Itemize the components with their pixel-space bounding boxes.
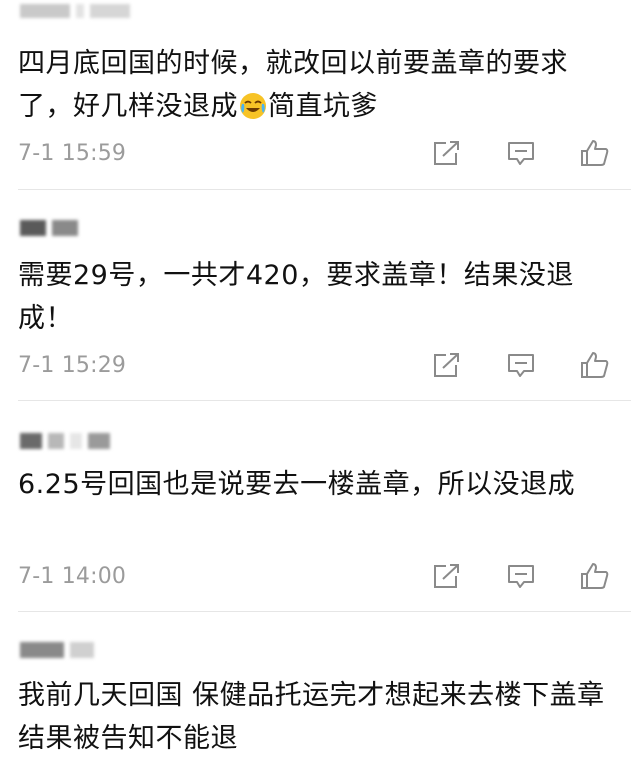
reply-icon — [508, 354, 534, 377]
like-icon — [581, 140, 609, 166]
comment-item: 需要29号，一共才420，要求盖章！结果没退成！ 7-1 15:29 — [0, 190, 631, 400]
like-button[interactable] — [579, 561, 611, 591]
username-redacted — [20, 433, 110, 449]
comment-text: 我前几天回国 保健品托运完才想起来去楼下盖章 结果被告知不能退 — [18, 680, 605, 754]
reply-button[interactable] — [505, 561, 537, 591]
username-redacted — [20, 4, 130, 18]
reply-button[interactable] — [505, 138, 537, 168]
crying-laughing-emoji-icon — [239, 90, 267, 119]
comment-actions — [431, 350, 611, 380]
comment-timestamp: 7-1 14:00 — [18, 564, 127, 589]
like-button[interactable] — [579, 350, 611, 380]
share-icon — [434, 141, 459, 165]
share-button[interactable] — [431, 138, 463, 168]
comment-timestamp: 7-1 15:59 — [18, 141, 127, 166]
reply-icon — [508, 565, 534, 588]
comment-timestamp: 7-1 15:29 — [18, 353, 127, 378]
comment-actions — [431, 561, 611, 591]
comment-text: 需要29号，一共才420，要求盖章！结果没退成！ — [18, 260, 574, 334]
comment-text: 6.25号回国也是说要去一楼盖章，所以没退成 — [18, 469, 576, 500]
comment-item: 四月底回国的时候，就改回以前要盖章的要求了，好几样没退成 简直坑爹 7-1 15:… — [0, 0, 631, 188]
username-redacted — [20, 220, 78, 236]
like-button[interactable] — [579, 138, 611, 168]
share-icon — [434, 353, 459, 377]
reply-button[interactable] — [505, 350, 537, 380]
share-button[interactable] — [431, 561, 463, 591]
comment-item: 6.25号回国也是说要去一楼盖章，所以没退成 7-1 14:00 — [0, 401, 631, 611]
share-icon — [434, 564, 459, 588]
comment-text: 四月底回国的时候，就改回以前要盖章的要求了，好几样没退成 简直坑爹 — [18, 48, 568, 122]
username-redacted — [20, 642, 94, 658]
comment-item: 我前几天回国 保健品托运完才想起来去楼下盖章 结果被告知不能退 — [0, 612, 631, 772]
share-button[interactable] — [431, 350, 463, 380]
like-icon — [581, 352, 609, 378]
like-icon — [581, 563, 609, 589]
comment-actions — [431, 138, 611, 168]
reply-icon — [508, 142, 534, 165]
